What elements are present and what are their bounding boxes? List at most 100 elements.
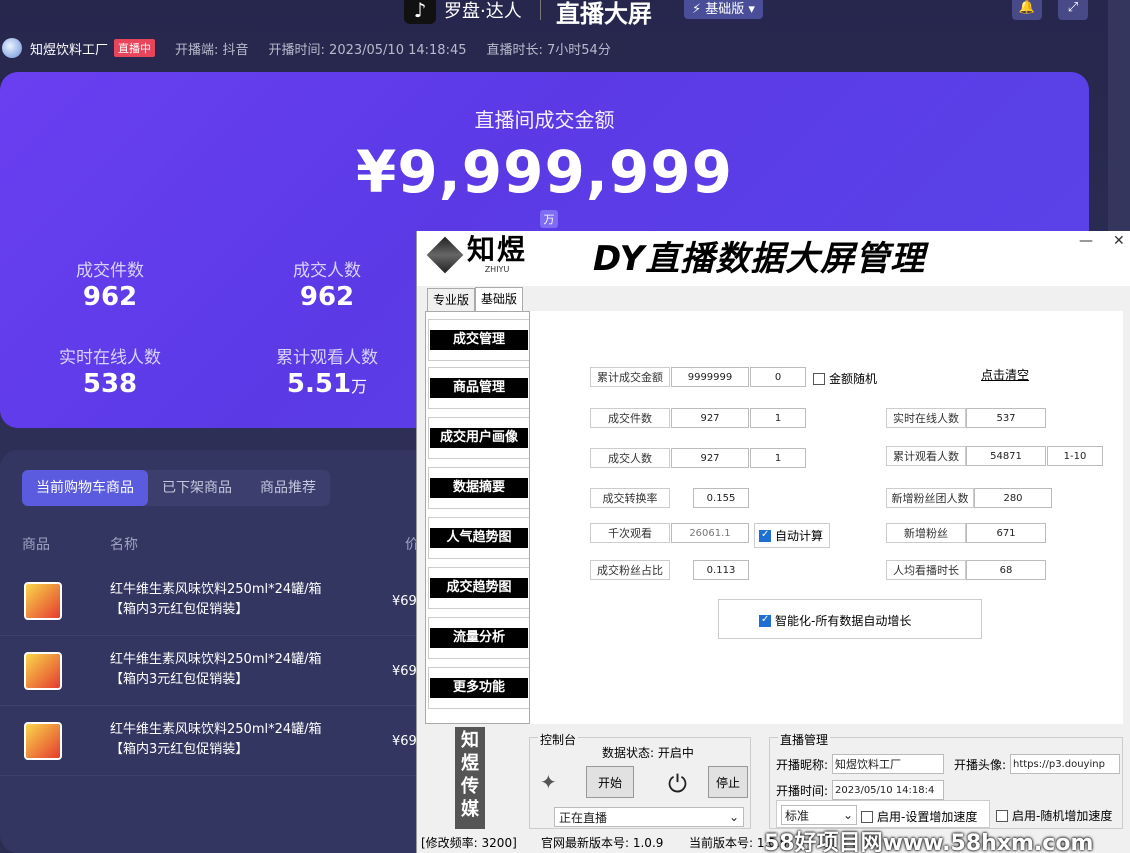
auto-calc-checkbox[interactable]: 自动计算 xyxy=(754,523,830,548)
views-input[interactable]: 54871 xyxy=(966,446,1046,466)
kview-label: 千次观看 xyxy=(590,523,670,543)
minimize-icon[interactable]: — xyxy=(1079,233,1093,249)
new-group-input[interactable]: 280 xyxy=(974,488,1052,508)
sidebar-item-data-summary[interactable]: 数据摘要 xyxy=(428,467,530,509)
fullscreen-icon[interactable]: ⤢ xyxy=(1058,0,1088,20)
hero-amount: ¥9,999,999 xyxy=(356,138,733,206)
online-input[interactable]: 537 xyxy=(966,408,1046,428)
duration: 直播时长: 7小时54分 xyxy=(486,42,611,58)
tab-recommend[interactable]: 商品推荐 xyxy=(246,470,330,506)
company-logo: 知煜 ZHIYU xyxy=(426,235,527,274)
page-title: 直播大屏 xyxy=(556,0,652,28)
product-tabs: 当前购物车商品 已下架商品 商品推荐 xyxy=(22,470,330,506)
watermark: 58好项目网www.58hxm.com xyxy=(764,831,1094,853)
close-icon[interactable]: ✕ xyxy=(1113,233,1125,249)
info-bar: 知煜饮料工厂 直播中 开播端: 抖音 开播时间: 2023/05/10 14:1… xyxy=(0,36,1130,60)
stat-label: 成交件数 xyxy=(76,261,144,281)
product-image xyxy=(24,582,62,620)
conversion-input[interactable]: 0.155 xyxy=(693,488,749,508)
app-title: DY直播数据大屏管理 xyxy=(593,239,926,279)
logo-subtext: ZHIYU xyxy=(484,265,510,274)
sidebar-item-more[interactable]: 更多功能 xyxy=(428,667,530,709)
avatar-url-input[interactable]: https://p3.douyinp xyxy=(1010,754,1120,774)
new-fans-input[interactable]: 671 xyxy=(966,523,1046,543)
stat-value: 5.51万 xyxy=(227,369,427,399)
mode-value: 正在直播 xyxy=(559,810,608,825)
sidebar-item-deal-manage[interactable]: 成交管理 xyxy=(428,319,530,361)
platform: 开播端: 抖音 xyxy=(175,42,249,58)
checkbox-box xyxy=(759,529,771,542)
stat-label: 累计观看人数 xyxy=(276,348,378,368)
col-name: 名称 xyxy=(110,537,138,553)
stat-value: 962 xyxy=(82,282,138,312)
buyers-input[interactable]: 927 xyxy=(671,448,749,468)
product-name: 红牛维生素风味饮料250ml*24罐/箱 【箱内3元红包促销装】 xyxy=(110,650,380,690)
avatar xyxy=(2,38,22,58)
fans-ratio-input[interactable]: 0.113 xyxy=(693,560,749,580)
sidebar-item-traffic[interactable]: 流量分析 xyxy=(428,617,530,659)
checkbox-box xyxy=(861,810,873,823)
hero-title: 直播间成交金额 xyxy=(474,108,615,132)
new-fans-label: 新增粉丝 xyxy=(886,523,966,543)
amount-increment-input[interactable]: 0 xyxy=(750,367,806,387)
sidebar-item-product-manage[interactable]: 商品管理 xyxy=(428,367,530,409)
satellite-icon: ✦ xyxy=(540,770,557,794)
sidebar-label: 成交用户画像 xyxy=(430,428,528,448)
window-header: 知煜 ZHIYU DY直播数据大屏管理 — ✕ xyxy=(417,231,1130,286)
live-group: 直播管理 开播昵称: 知煜饮料工厂 开播头像: https://p3.douyi… xyxy=(769,731,1123,829)
smart-group: 智能化-所有数据自动增长 xyxy=(718,599,982,639)
tab-pro[interactable]: 专业版 xyxy=(427,288,476,312)
views-range-input[interactable]: 1-10 xyxy=(1047,446,1103,466)
status-latest-version: 官网最新版本号: 1.0.9 xyxy=(541,836,664,850)
online-label: 实时在线人数 xyxy=(886,408,966,428)
clear-link[interactable]: 点击清空 xyxy=(981,366,1029,383)
kview-input[interactable]: 26061.1 xyxy=(671,523,749,543)
checkbox-box xyxy=(759,614,771,627)
buyers-increment-input[interactable]: 1 xyxy=(750,448,806,468)
chevron-down-icon: ⌄ xyxy=(728,810,739,824)
tab-current-cart[interactable]: 当前购物车商品 xyxy=(22,470,148,506)
amount-random-checkbox[interactable]: 金额随机 xyxy=(813,370,877,387)
fans-ratio-label: 成交粉丝占比 xyxy=(590,560,670,580)
version-label: 基础版 xyxy=(705,2,745,17)
tab-removed[interactable]: 已下架商品 xyxy=(148,470,246,506)
stat-label: 实时在线人数 xyxy=(59,348,161,368)
brand: ♪ 罗盘·达人 xyxy=(404,0,522,24)
diamond-icon xyxy=(426,236,464,273)
product-price: ¥69 xyxy=(392,664,417,679)
stat-number: 5.51 xyxy=(286,369,352,399)
stat-label: 成交人数 xyxy=(293,261,361,281)
console-group: 控制台 数据状态: 开启中 ✦ 开始 ⏻ 停止 正在直播 ⌄ xyxy=(529,731,751,829)
avg-time-label: 人均看播时长 xyxy=(886,560,966,580)
sidebar-item-deal-trend[interactable]: 成交趋势图 xyxy=(428,567,530,609)
amount-label: 累计成交金额 xyxy=(590,367,670,387)
checkbox-label: 金额随机 xyxy=(829,372,878,386)
nick-input[interactable]: 知煜饮料工厂 xyxy=(832,754,944,774)
vertical-brand: 知煜传媒 xyxy=(455,727,485,829)
bell-icon[interactable]: 🔔 xyxy=(1012,0,1042,20)
amount-input[interactable]: 9999999 xyxy=(671,367,749,387)
product-image xyxy=(24,722,62,760)
chevron-down-icon: ⌄ xyxy=(842,808,853,822)
time-label: 开播时间: xyxy=(776,784,829,798)
random-speed-checkbox[interactable]: 启用-随机增加速度 xyxy=(996,807,1112,824)
version-dropdown[interactable]: ⚡ 基础版 ▾ xyxy=(684,0,763,19)
tab-basic[interactable]: 基础版 xyxy=(475,287,524,311)
smart-checkbox[interactable]: 智能化-所有数据自动增长 xyxy=(759,612,911,629)
stop-button[interactable]: 停止 xyxy=(708,766,748,798)
start-button[interactable]: 开始 xyxy=(586,766,634,798)
avg-time-input[interactable]: 68 xyxy=(966,560,1046,580)
product-note: 【箱内3元红包促销装】 xyxy=(110,672,249,687)
sidebar-item-user-profile[interactable]: 成交用户画像 xyxy=(428,417,530,459)
mode-select[interactable]: 正在直播 ⌄ xyxy=(554,807,744,827)
orders-increment-input[interactable]: 1 xyxy=(750,408,806,428)
set-speed-checkbox[interactable]: 启用-设置增加速度 xyxy=(861,808,977,825)
sidebar-item-popularity-trend[interactable]: 人气趋势图 xyxy=(428,517,530,559)
power-icon: ⏻ xyxy=(668,770,687,798)
product-image xyxy=(24,652,62,690)
sidebar-label: 更多功能 xyxy=(430,678,528,698)
speed-select[interactable]: 标准 ⌄ xyxy=(781,805,857,825)
orders-input[interactable]: 927 xyxy=(671,408,749,428)
live-badge: 直播中 xyxy=(114,39,156,57)
time-input[interactable]: 2023/05/10 14:18:4 xyxy=(832,780,944,800)
